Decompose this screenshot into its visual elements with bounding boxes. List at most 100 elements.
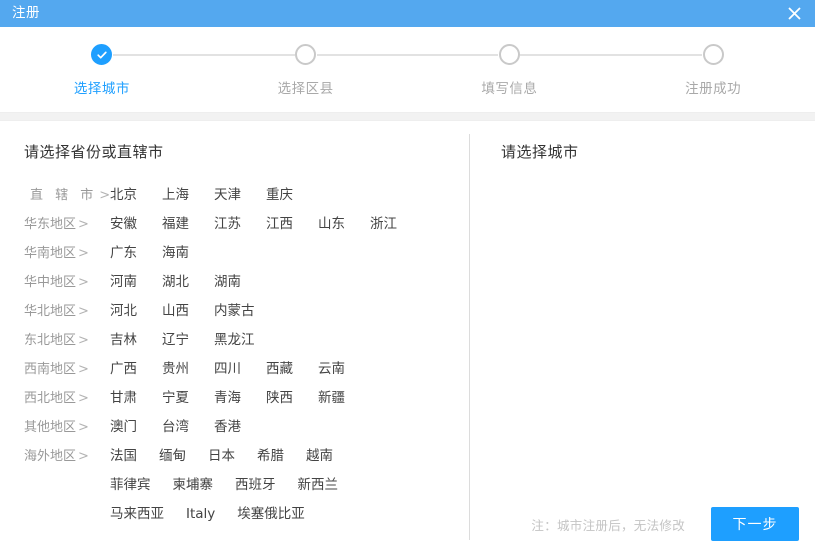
region-name: 直 辖 市 <box>24 181 97 210</box>
province-item[interactable]: 日本 <box>208 442 235 471</box>
province-item[interactable]: 黑龙江 <box>214 326 266 355</box>
step-connector-right <box>520 54 611 56</box>
region-row: 华南地区>广东海南 <box>24 239 469 268</box>
province-item[interactable]: 湖北 <box>162 268 214 297</box>
next-step-button[interactable]: 下一步 <box>711 507 799 541</box>
region-row: 其他地区>澳门台湾香港 <box>24 413 469 442</box>
region-name: 其他地区 <box>24 413 76 442</box>
province-item[interactable]: 宁夏 <box>162 384 214 413</box>
region-name: 西南地区 <box>24 355 76 384</box>
step-circle-2 <box>295 44 316 65</box>
province-item[interactable]: 四川 <box>214 355 266 384</box>
province-item[interactable]: 缅甸 <box>159 442 186 471</box>
province-item[interactable]: 吉林 <box>110 326 162 355</box>
province-item[interactable]: 青海 <box>214 384 266 413</box>
province-item[interactable]: 新疆 <box>318 384 370 413</box>
province-item[interactable]: 希腊 <box>257 442 284 471</box>
step-1[interactable]: 选择城市 <box>0 27 204 112</box>
province-item[interactable]: 柬埔寨 <box>173 471 214 500</box>
step-circle-4 <box>703 44 724 65</box>
region-row: 华中地区>河南湖北湖南 <box>24 268 469 297</box>
province-item[interactable]: 山西 <box>162 297 214 326</box>
chevron-right-icon: > <box>78 391 89 406</box>
step-label-2: 选择区县 <box>278 77 334 97</box>
province-item[interactable]: 广西 <box>110 355 162 384</box>
step-3[interactable]: 填写信息 <box>408 27 612 112</box>
province-item[interactable]: 西藏 <box>266 355 318 384</box>
step-label-1: 选择城市 <box>74 77 130 97</box>
province-item[interactable]: 天津 <box>214 181 266 210</box>
province-item[interactable]: 广东 <box>110 239 162 268</box>
province-item[interactable]: 河北 <box>110 297 162 326</box>
province-item[interactable]: 辽宁 <box>162 326 214 355</box>
province-item[interactable]: 菲律宾 <box>110 471 151 500</box>
city-list <box>501 181 815 191</box>
chevron-right-icon: > <box>78 275 89 290</box>
region-name: 华东地区 <box>24 210 76 239</box>
province-item[interactable]: 海南 <box>162 239 214 268</box>
province-item[interactable]: 甘肃 <box>110 384 162 413</box>
region-row: 直 辖 市>北京上海天津重庆 <box>24 181 469 210</box>
close-icon[interactable] <box>773 0 815 27</box>
region-label[interactable]: 直 辖 市> <box>24 181 110 210</box>
province-item[interactable]: 河南 <box>110 268 162 297</box>
region-label[interactable]: 华南地区> <box>24 239 110 268</box>
region-label[interactable]: 西北地区> <box>24 384 110 413</box>
province-item[interactable]: 西班牙 <box>235 471 276 500</box>
province-item[interactable]: 江西 <box>266 210 318 239</box>
chevron-right-icon: > <box>78 333 89 348</box>
province-items: 澳门台湾香港 <box>110 413 469 442</box>
province-items: 河南湖北湖南 <box>110 268 469 297</box>
region-label[interactable]: 海外地区> <box>24 442 110 471</box>
chevron-right-icon: > <box>78 449 89 464</box>
province-region-list: 直 辖 市>北京上海天津重庆华东地区>安徽福建江苏江西山东浙江华南地区>广东海南… <box>24 181 469 529</box>
step-circle-1 <box>91 44 112 65</box>
province-item[interactable]: 贵州 <box>162 355 214 384</box>
dialog-titlebar: 注册 <box>0 0 815 27</box>
region-label[interactable]: 其他地区> <box>24 413 110 442</box>
province-item[interactable]: 埃塞俄比亚 <box>237 500 305 529</box>
chevron-right-icon: > <box>78 362 89 377</box>
region-name: 东北地区 <box>24 326 76 355</box>
step-connector-right <box>317 54 408 56</box>
region-label[interactable]: 华北地区> <box>24 297 110 326</box>
province-item[interactable]: 山东 <box>318 210 370 239</box>
province-item[interactable]: Italy <box>186 500 215 529</box>
region-name: 海外地区 <box>24 442 76 471</box>
region-label[interactable]: 华东地区> <box>24 210 110 239</box>
province-item[interactable]: 香港 <box>214 413 266 442</box>
province-item[interactable]: 陕西 <box>266 384 318 413</box>
region-label[interactable]: 东北地区> <box>24 326 110 355</box>
step-connector-left <box>204 54 295 56</box>
province-items: 吉林辽宁黑龙江 <box>110 326 469 355</box>
check-icon <box>96 49 108 61</box>
region-label[interactable]: 华中地区> <box>24 268 110 297</box>
region-row: 西北地区>甘肃宁夏青海陕西新疆 <box>24 384 469 413</box>
region-row: 东北地区>吉林辽宁黑龙江 <box>24 326 469 355</box>
province-item[interactable]: 马来西亚 <box>110 500 164 529</box>
province-item[interactable]: 云南 <box>318 355 370 384</box>
province-item[interactable]: 法国 <box>110 442 137 471</box>
province-item[interactable]: 浙江 <box>370 210 422 239</box>
step-circle-3 <box>499 44 520 65</box>
dialog-footer: 注：城市注册后，无法修改 下一步 <box>470 497 815 551</box>
province-item[interactable]: 越南 <box>306 442 333 471</box>
province-item[interactable]: 澳门 <box>110 413 162 442</box>
step-connector-left <box>408 54 499 56</box>
province-item[interactable]: 新西兰 <box>298 471 339 500</box>
province-item[interactable]: 湖南 <box>214 268 266 297</box>
province-item[interactable]: 江苏 <box>214 210 266 239</box>
region-label[interactable]: 西南地区> <box>24 355 110 384</box>
province-item[interactable]: 福建 <box>162 210 214 239</box>
province-items: 广西贵州四川西藏云南 <box>110 355 469 384</box>
step-2[interactable]: 选择区县 <box>204 27 408 112</box>
province-item[interactable]: 安徽 <box>110 210 162 239</box>
chevron-right-icon: > <box>78 420 89 435</box>
province-item[interactable]: 北京 <box>110 181 162 210</box>
province-item[interactable]: 台湾 <box>162 413 214 442</box>
region-row: 西南地区>广西贵州四川西藏云南 <box>24 355 469 384</box>
province-item[interactable]: 重庆 <box>266 181 318 210</box>
province-item[interactable]: 内蒙古 <box>214 297 266 326</box>
step-4[interactable]: 注册成功 <box>611 27 815 112</box>
province-item[interactable]: 上海 <box>162 181 214 210</box>
